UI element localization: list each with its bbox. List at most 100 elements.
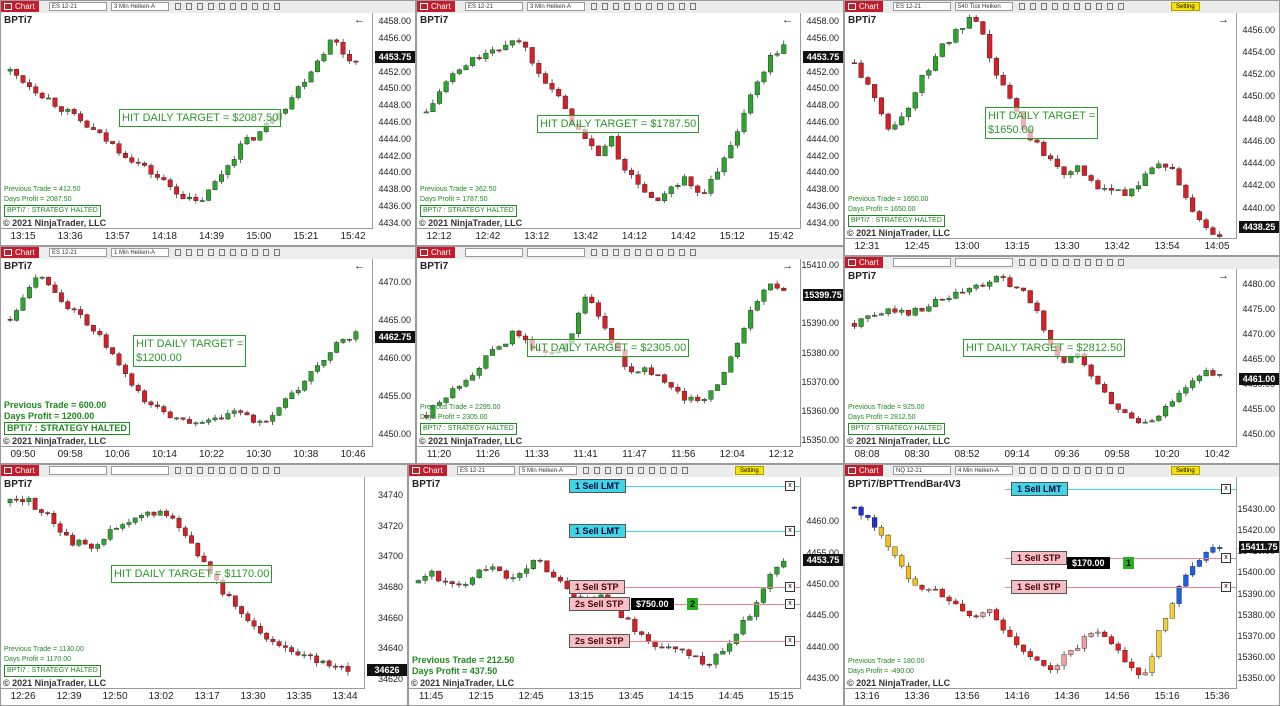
toolbar-tool-icon[interactable] bbox=[241, 3, 247, 10]
toolbar-tool-icon[interactable] bbox=[624, 3, 630, 10]
toolbar-tool-icon[interactable] bbox=[230, 467, 236, 474]
instrument-selector[interactable]: NQ 12-21 bbox=[893, 466, 951, 475]
toolbar-tool-icon[interactable] bbox=[219, 3, 225, 10]
toolbar-tool-icon[interactable] bbox=[230, 249, 236, 256]
toolbar-tool-icon[interactable] bbox=[208, 3, 214, 10]
order-label[interactable]: 2s Sell STP bbox=[569, 597, 630, 612]
price-axis[interactable]: 15430.0015420.0015410.0015400.0015390.00… bbox=[1236, 477, 1279, 689]
price-axis[interactable]: 34740 34720 34700 34680 34660 34640 34620 34626 bbox=[364, 477, 407, 689]
toolbar-tool-icon[interactable] bbox=[690, 3, 696, 10]
toolbar-tool-icon[interactable] bbox=[208, 467, 214, 474]
toolbar-tool-icon[interactable] bbox=[263, 249, 269, 256]
price-axis[interactable]: 4460.00 4455.00 4450.00 4445.00 4440.00 4435.… bbox=[800, 477, 843, 689]
toolbar-tool-icon[interactable] bbox=[1052, 3, 1058, 10]
instrument-selector[interactable]: ES 12-21 bbox=[49, 2, 107, 11]
toolbar-tool-icon[interactable] bbox=[583, 467, 589, 474]
instrument-selector[interactable] bbox=[465, 248, 523, 257]
chart-panel-8[interactable]: Chart ES 12-21 5 Min Heiken-A Setting 1 Sell… bbox=[408, 464, 844, 706]
bartype-selector[interactable]: 4 Min Heiken-A bbox=[955, 466, 1013, 475]
time-axis[interactable]: 08:08 08:30 08:52 09:14 09:36 09:58 10:20 10:42 bbox=[845, 446, 1237, 463]
scroll-arrow-icon[interactable]: ← bbox=[782, 14, 793, 26]
scroll-arrow-icon[interactable]: ← bbox=[354, 260, 365, 272]
instrument-selector[interactable]: ES 12-21 bbox=[49, 248, 107, 257]
price-axis[interactable]: 4480.004475.004470.004465.004460.004455.… bbox=[1236, 269, 1279, 447]
chart-panel-2[interactable]: Chart ES 12-21 3 Min Heiken-A 4458.00 4456.0… bbox=[416, 0, 844, 246]
instrument-selector[interactable]: ES 12-21 bbox=[457, 466, 515, 475]
time-axis[interactable]: 11:20 11:26 11:33 11:41 11:47 11:56 12:04 12:12 bbox=[417, 446, 801, 463]
toolbar-tool-icon[interactable] bbox=[208, 249, 214, 256]
scroll-arrow-icon[interactable]: → bbox=[1218, 14, 1229, 26]
toolbar-tool-icon[interactable] bbox=[175, 249, 181, 256]
bartype-selector[interactable]: 1 Min Heiken-A bbox=[111, 248, 169, 257]
toolbar-tool-icon[interactable] bbox=[591, 3, 597, 10]
toolbar-tool-icon[interactable] bbox=[657, 249, 663, 256]
toolbar-tool-icon[interactable] bbox=[668, 249, 674, 256]
bartype-selector[interactable]: 540 Tick Heiken bbox=[955, 2, 1013, 11]
toolbar-tool-icon[interactable] bbox=[1041, 3, 1047, 10]
toolbar-tool-icon[interactable] bbox=[1096, 467, 1102, 474]
order-label[interactable]: 1 Sell LMT bbox=[569, 523, 626, 538]
cancel-order-icon[interactable]: x bbox=[1221, 483, 1231, 494]
toolbar-tool-icon[interactable] bbox=[186, 467, 192, 474]
toolbar-tool-icon[interactable] bbox=[1052, 259, 1058, 266]
toolbar-tool-icon[interactable] bbox=[1096, 259, 1102, 266]
toolbar-tool-icon[interactable] bbox=[1085, 259, 1091, 266]
toolbar-tool-icon[interactable] bbox=[660, 467, 666, 474]
chart-tab[interactable]: Chart bbox=[1, 247, 39, 258]
bartype-selector[interactable]: 3 Min Heiken-A bbox=[527, 2, 585, 11]
toolbar-tool-icon[interactable] bbox=[671, 467, 677, 474]
toolbar-tool-icon[interactable] bbox=[594, 467, 600, 474]
toolbar-tool-icon[interactable] bbox=[1107, 259, 1113, 266]
toolbar-tool-icon[interactable] bbox=[252, 467, 258, 474]
toolbar-tool-icon[interactable] bbox=[679, 3, 685, 10]
order-label[interactable]: 1 Sell LMT bbox=[1011, 481, 1068, 496]
order-label[interactable]: 1 Sell LMT bbox=[569, 479, 626, 494]
toolbar-tool-icon[interactable] bbox=[230, 3, 236, 10]
toolbar-tool-icon[interactable] bbox=[679, 249, 685, 256]
toolbar-tool-icon[interactable] bbox=[1118, 259, 1124, 266]
chart-panel-4[interactable]: Chart ES 12-21 1 Min Heiken-A 4470.00 4465.0… bbox=[0, 246, 416, 464]
toolbar-tool-icon[interactable] bbox=[1074, 259, 1080, 266]
setting-button[interactable]: Setting bbox=[735, 466, 764, 475]
time-axis[interactable]: 13:16 13:36 13:56 14:16 14:36 14:56 15:16 15:36 bbox=[845, 688, 1237, 705]
toolbar-tool-icon[interactable] bbox=[591, 249, 597, 256]
toolbar-tool-icon[interactable] bbox=[1019, 259, 1025, 266]
setting-button[interactable]: Setting bbox=[1171, 466, 1200, 475]
chart-tab[interactable]: Chart bbox=[845, 465, 883, 476]
position-pnl[interactable]: $170.00 bbox=[1067, 557, 1110, 569]
price-axis[interactable]: 4458.004456.004454.004452.004450.004448.… bbox=[372, 13, 415, 229]
chart-panel-3[interactable]: Chart ES 12-21 540 Tick Heiken Setting 4456.… bbox=[844, 0, 1280, 256]
toolbar-tool-icon[interactable] bbox=[638, 467, 644, 474]
toolbar-tool-icon[interactable] bbox=[263, 3, 269, 10]
chart-panel-9[interactable]: Chart NQ 12-21 4 Min Heiken-A Setting 1 Sell… bbox=[844, 464, 1280, 706]
toolbar-tool-icon[interactable] bbox=[1052, 467, 1058, 474]
toolbar-tool-icon[interactable] bbox=[682, 467, 688, 474]
toolbar-tool-icon[interactable] bbox=[646, 249, 652, 256]
instrument-selector[interactable]: ES 12-21 bbox=[893, 2, 951, 11]
toolbar-tool-icon[interactable] bbox=[1019, 3, 1025, 10]
toolbar-tool-icon[interactable] bbox=[635, 249, 641, 256]
time-axis[interactable]: 12:31 12:45 13:00 13:15 13:30 13:42 13:54 14:05 bbox=[845, 238, 1237, 255]
cancel-order-icon[interactable]: x bbox=[785, 635, 795, 646]
toolbar-tool-icon[interactable] bbox=[1074, 467, 1080, 474]
toolbar-tool-icon[interactable] bbox=[1085, 3, 1091, 10]
instrument-selector[interactable] bbox=[893, 258, 951, 267]
toolbar-tool-icon[interactable] bbox=[649, 467, 655, 474]
toolbar-tool-icon[interactable] bbox=[197, 3, 203, 10]
time-axis[interactable]: 13:15 13:36 13:57 14:18 14:39 15:00 15:21 15:42 bbox=[1, 228, 373, 245]
toolbar-tool-icon[interactable] bbox=[175, 3, 181, 10]
toolbar-tool-icon[interactable] bbox=[1063, 467, 1069, 474]
bartype-selector[interactable]: 3 Min Heiken-A bbox=[111, 2, 169, 11]
toolbar-tool-icon[interactable] bbox=[613, 3, 619, 10]
toolbar-tool-icon[interactable] bbox=[1041, 259, 1047, 266]
toolbar-tool-icon[interactable] bbox=[274, 249, 280, 256]
cancel-order-icon[interactable]: x bbox=[785, 525, 795, 536]
instrument-selector[interactable] bbox=[49, 466, 107, 475]
instrument-selector[interactable]: ES 12-21 bbox=[465, 2, 523, 11]
toolbar-tool-icon[interactable] bbox=[186, 3, 192, 10]
cancel-order-icon[interactable]: x bbox=[785, 481, 795, 492]
chart-tab[interactable]: Chart bbox=[417, 247, 455, 258]
order-label[interactable]: 1 Sell STP bbox=[1011, 551, 1067, 566]
cancel-order-icon[interactable]: x bbox=[1221, 581, 1231, 592]
toolbar-tool-icon[interactable] bbox=[646, 3, 652, 10]
